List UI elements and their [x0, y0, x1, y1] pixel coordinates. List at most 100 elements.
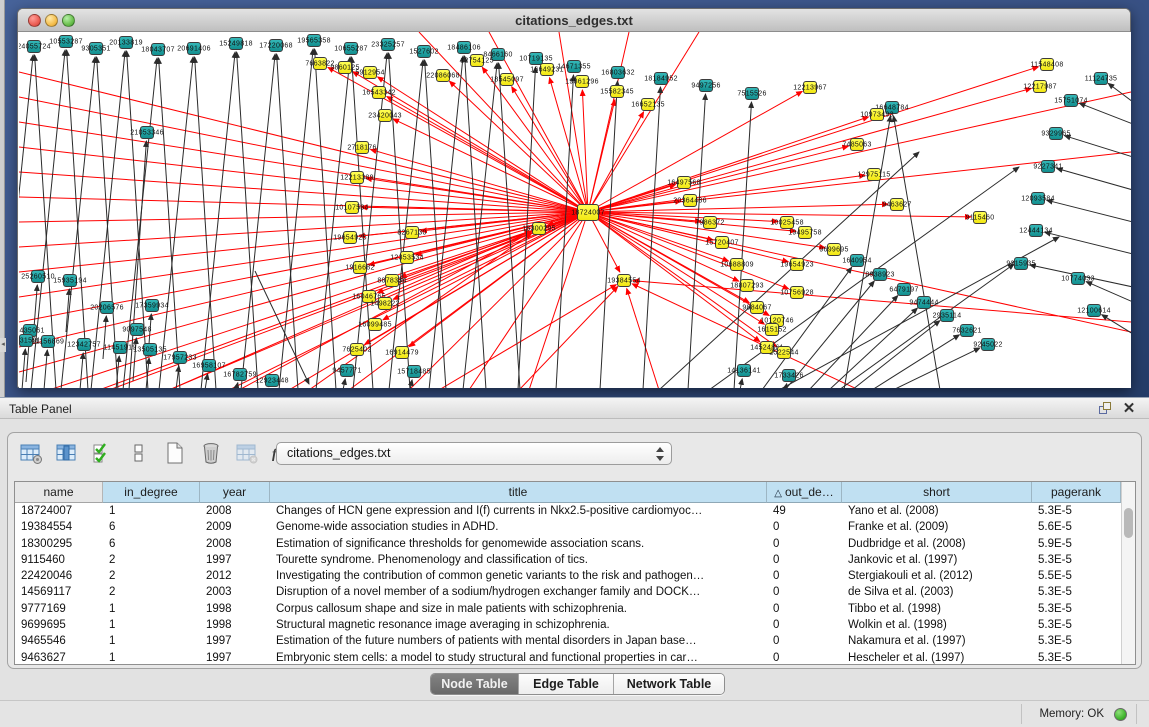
graph-node[interactable]: 9097548: [130, 323, 144, 336]
table-cell[interactable]: 49: [767, 503, 842, 519]
table-row[interactable]: 946554611997Estimation of the future num…: [15, 633, 1121, 649]
graph-node[interactable]: 1733426: [782, 369, 796, 382]
table-cell[interactable]: 2003: [200, 584, 270, 600]
graph-node[interactable]: 10655287: [344, 42, 358, 55]
table-cell[interactable]: 1998: [200, 617, 270, 633]
tab-network-table[interactable]: Network Table: [614, 674, 724, 695]
graph-node[interactable]: 18043707: [151, 43, 165, 56]
table-mode-button[interactable]: [18, 442, 44, 468]
table-row[interactable]: 946362711997Embryonic stem cells: a mode…: [15, 650, 1121, 664]
graph-node[interactable]: 15751074: [1064, 94, 1078, 107]
table-cell[interactable]: 0: [767, 633, 842, 649]
table-cell[interactable]: 1997: [200, 650, 270, 664]
table-cell[interactable]: 19384554: [15, 519, 103, 535]
graph-node[interactable]: 9227341: [1041, 160, 1055, 173]
table-cell[interactable]: 6: [103, 536, 200, 552]
graph-node[interactable]: 23420043: [378, 109, 392, 122]
graph-node[interactable]: 20133819: [119, 36, 133, 49]
graph-node[interactable]: 11124735: [1094, 72, 1108, 85]
table-cell[interactable]: Tourette syndrome. Phenomenology and cla…: [270, 552, 767, 568]
table-cell[interactable]: 14569117: [15, 584, 103, 600]
table-cell[interactable]: Embryonic stem cells: a model to study s…: [270, 650, 767, 664]
table-cell[interactable]: 1: [103, 650, 200, 664]
table-cell[interactable]: Corpus callosum shape and size in male p…: [270, 601, 767, 617]
table-cell[interactable]: 5.3E-5: [1032, 650, 1121, 664]
graph-node[interactable]: 10973493: [870, 108, 884, 121]
table-cell[interactable]: 18300295: [15, 536, 103, 552]
graph-node[interactable]: 12093584: [1031, 192, 1045, 205]
graph-node[interactable]: 9457771: [340, 364, 354, 377]
table-cell[interactable]: 0: [767, 536, 842, 552]
table-cell[interactable]: 22420046: [15, 568, 103, 584]
table-scrollbar[interactable]: [1121, 482, 1135, 664]
table-cell[interactable]: 1: [103, 503, 200, 519]
graph-node[interactable]: 18184952: [654, 72, 668, 85]
graph-node[interactable]: 1640954: [850, 254, 864, 267]
graph-node[interactable]: 15718485: [407, 365, 421, 378]
graph-node[interactable]: 16099485: [368, 318, 382, 331]
graph-node[interactable]: 17220068: [269, 39, 283, 52]
table-cell[interactable]: Disruption of a novel member of a sodium…: [270, 584, 767, 600]
graph-node[interactable]: 16649231: [540, 63, 554, 76]
graph-node[interactable]: 1916682: [353, 261, 367, 274]
graph-node[interactable]: 9463627: [890, 198, 904, 211]
graph-node[interactable]: 12342757: [77, 338, 91, 351]
graph-node[interactable]: 19861296: [575, 75, 589, 88]
graph-node[interactable]: 16652135: [641, 98, 655, 111]
table-cell[interactable]: Estimation of the future numbers of pati…: [270, 633, 767, 649]
table-cell[interactable]: Hescheler et al. (1997): [842, 650, 1032, 664]
table-cell[interactable]: 0: [767, 617, 842, 633]
graph-node[interactable]: 17359934: [145, 299, 159, 312]
graph-node[interactable]: 1498222: [378, 297, 392, 310]
table-cell[interactable]: 0: [767, 552, 842, 568]
graph-node[interactable]: 7632621: [960, 324, 974, 337]
graph-node[interactable]: 24055724: [27, 40, 41, 53]
table-cell[interactable]: 5.3E-5: [1032, 503, 1121, 519]
graph-node[interactable]: 10025458: [780, 216, 794, 229]
graph-node[interactable]: 2522544: [777, 346, 791, 359]
table-cell[interactable]: 0: [767, 568, 842, 584]
graph-node[interactable]: 9115460: [973, 211, 987, 224]
table-cell[interactable]: 9777169: [15, 601, 103, 617]
table-cell[interactable]: 9465546: [15, 633, 103, 649]
graph-node[interactable]: 14671355: [567, 60, 581, 73]
table-cell[interactable]: 0: [767, 650, 842, 664]
table-scroll-area[interactable]: namein_degreeyeartitle△out_de…shortpager…: [15, 482, 1121, 664]
table-cell[interactable]: Wolkin et al. (1998): [842, 617, 1032, 633]
graph-node[interactable]: 12444134: [1029, 224, 1043, 237]
network-graph-canvas[interactable]: 1872400724055724105532879305351201338191…: [19, 32, 1131, 388]
graph-node[interactable]: 8938923: [873, 268, 887, 281]
table-cell[interactable]: 1998: [200, 601, 270, 617]
table-cell[interactable]: 5.3E-5: [1032, 601, 1121, 617]
graph-node[interactable]: 12353534: [400, 251, 414, 264]
table-cell[interactable]: Structural magnetic resonance image aver…: [270, 617, 767, 633]
graph-node[interactable]: 25260510: [31, 270, 45, 283]
graph-node[interactable]: 12754125: [470, 54, 484, 67]
table-cell[interactable]: 9699695: [15, 617, 103, 633]
graph-node[interactable]: 14136141: [737, 364, 751, 377]
table-cell[interactable]: Changes of HCN gene expression and I(f) …: [270, 503, 767, 519]
graph-node[interactable]: 2935114: [940, 309, 954, 322]
table-cell[interactable]: 2008: [200, 503, 270, 519]
graph-node[interactable]: 16803632: [611, 66, 625, 79]
graph-node[interactable]: 19495758: [798, 226, 812, 239]
select-all-button[interactable]: [90, 442, 116, 468]
table-row[interactable]: 977716911998Corpus callosum shape and si…: [15, 601, 1121, 617]
table-cell[interactable]: 1: [103, 617, 200, 633]
graph-node[interactable]: 18300295: [532, 222, 546, 235]
column-header-short[interactable]: short: [842, 482, 1032, 503]
graph-node[interactable]: 18545097: [500, 73, 514, 86]
tab-edge-table[interactable]: Edge Table: [519, 674, 614, 695]
table-cell[interactable]: Jankovic et al. (1997): [842, 552, 1032, 568]
table-cell[interactable]: Nakamura et al. (1997): [842, 633, 1032, 649]
graph-node[interactable]: 21053346: [140, 126, 154, 139]
table-cell[interactable]: de Silva et al. (2003): [842, 584, 1032, 600]
table-cell[interactable]: 5.6E-5: [1032, 519, 1121, 535]
table-cell[interactable]: 18724007: [15, 503, 103, 519]
graph-node[interactable]: 11451919: [113, 341, 127, 354]
graph-node[interactable]: 2718176: [355, 141, 369, 154]
table-cell[interactable]: 5.9E-5: [1032, 536, 1121, 552]
graph-node[interactable]: 15935194: [63, 274, 77, 287]
table-cell[interactable]: Tibbo et al. (1998): [842, 601, 1032, 617]
graph-node[interactable]: 7986372: [703, 216, 717, 229]
